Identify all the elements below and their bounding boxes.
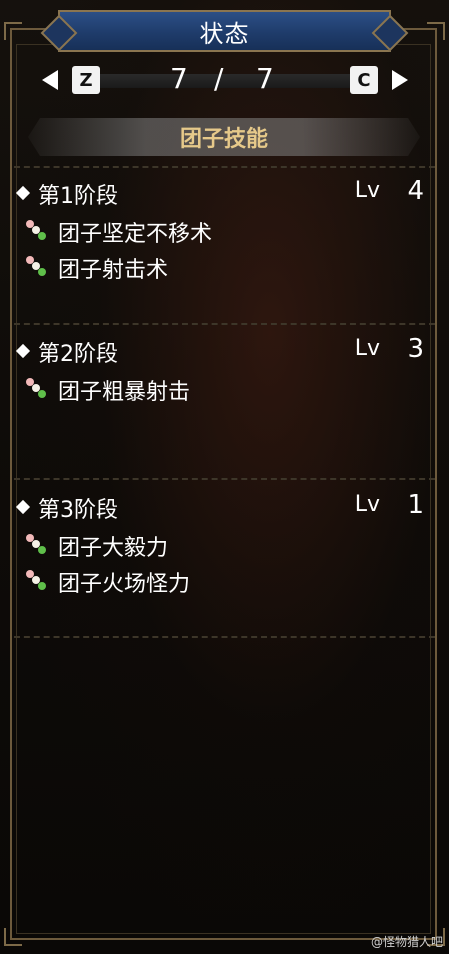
section-title: 团子技能 [179, 127, 268, 152]
stage-2: 第2阶段 Lv 3 团子粗暴射击 [14, 334, 424, 406]
dango-icon [26, 220, 48, 242]
stage-title: 第1阶段 [38, 184, 118, 209]
stage-level-value: 4 [407, 176, 424, 206]
skill-name: 团子坚定不移术 [58, 222, 213, 247]
divider [14, 636, 435, 638]
dango-icon [26, 534, 48, 556]
page-bar [98, 74, 352, 88]
page-separator: / [214, 62, 224, 95]
total-pages: 7 [256, 62, 274, 95]
stage-3: 第3阶段 Lv 1 团子大毅力 团子火场怪力 [14, 490, 424, 598]
stage-level-label: Lv [354, 492, 380, 517]
stage-level-value: 3 [407, 334, 424, 364]
title-banner: 状态 [58, 10, 391, 52]
corner-ornament [4, 928, 22, 946]
section-header: 团子技能 [28, 118, 420, 156]
dango-icon [26, 378, 48, 400]
skill-name: 团子射击术 [58, 258, 169, 283]
divider [14, 166, 435, 168]
skill-item: 团子粗暴射击 [14, 370, 424, 406]
current-page: 7 [170, 62, 188, 95]
stage-title: 第3阶段 [38, 498, 118, 523]
dango-icon [26, 570, 48, 592]
stage-header: 第1阶段 Lv 4 [14, 176, 424, 212]
stage-header: 第3阶段 Lv 1 [14, 490, 424, 526]
corner-ornament [4, 22, 22, 40]
skill-item: 团子火场怪力 [14, 562, 424, 598]
corner-ornament [427, 22, 445, 40]
watermark: @怪物猎人吧 [370, 935, 443, 949]
stage-1: 第1阶段 Lv 4 团子坚定不移术 团子射击术 [14, 176, 424, 284]
skill-name: 团子火场怪力 [58, 572, 191, 597]
skill-item: 团子射击术 [14, 248, 424, 284]
diamond-icon [15, 185, 31, 201]
window-title: 状态 [199, 19, 250, 48]
stage-level-value: 1 [407, 490, 424, 520]
status-panel: 状态 Z 7 / 7 C 团子技能 第1阶段 Lv 4 团子坚定不移术 团子射击… [0, 0, 449, 954]
next-page-key[interactable]: C [350, 66, 378, 94]
arrow-left-icon[interactable] [42, 70, 58, 90]
dango-icon [26, 256, 48, 278]
diamond-icon [15, 499, 31, 515]
skill-name: 团子粗暴射击 [58, 380, 191, 405]
stage-header: 第2阶段 Lv 3 [14, 334, 424, 370]
divider [14, 478, 435, 480]
stage-level-label: Lv [354, 178, 380, 203]
prev-page-key[interactable]: Z [72, 66, 100, 94]
arrow-right-icon[interactable] [392, 70, 408, 90]
diamond-icon [15, 343, 31, 359]
stage-title: 第2阶段 [38, 342, 118, 367]
page-navigator: Z 7 / 7 C [40, 62, 410, 98]
divider [14, 323, 435, 325]
skill-item: 团子大毅力 [14, 526, 424, 562]
skill-item: 团子坚定不移术 [14, 212, 424, 248]
stage-level-label: Lv [354, 336, 380, 361]
skill-name: 团子大毅力 [58, 536, 169, 561]
